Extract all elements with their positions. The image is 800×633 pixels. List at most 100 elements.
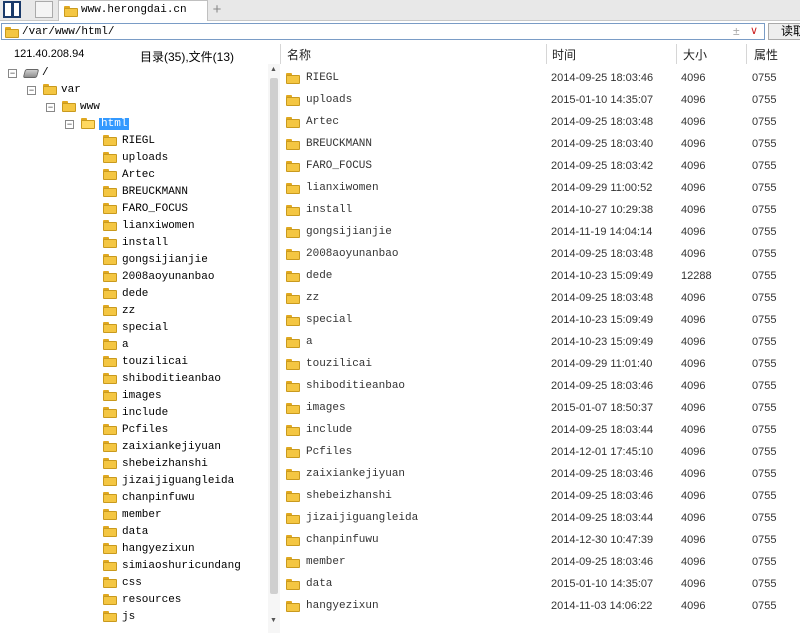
- folder-icon: [286, 579, 300, 590]
- tree-item[interactable]: include: [0, 406, 266, 423]
- tree-item[interactable]: zz: [0, 304, 266, 321]
- file-time: 2014-09-25 18:03:48: [551, 248, 654, 260]
- tree-item[interactable]: RIEGL: [0, 134, 266, 151]
- file-row[interactable]: dede 2014-10-23 15:09:49 12288 0755: [282, 266, 800, 288]
- tree-item[interactable]: member: [0, 508, 266, 525]
- tree-item[interactable]: special: [0, 321, 266, 338]
- blank-tab-button[interactable]: [35, 1, 53, 18]
- tree-item[interactable]: 2008aoyunanbao: [0, 270, 266, 287]
- tree-item-label: zz: [122, 305, 136, 317]
- file-perm: 0755: [752, 556, 777, 568]
- tree-item[interactable]: data: [0, 525, 266, 542]
- folder-icon: [103, 475, 117, 486]
- tree-item[interactable]: − var: [0, 83, 266, 100]
- scroll-down-icon[interactable]: ▼: [270, 617, 277, 624]
- tree-item[interactable]: simiaoshuricundang: [0, 559, 266, 576]
- tree-item[interactable]: zaixiankejiyuan: [0, 440, 266, 457]
- tree-item[interactable]: dede: [0, 287, 266, 304]
- file-name: special: [306, 314, 353, 326]
- tree-item[interactable]: − html: [0, 117, 266, 134]
- column-perm[interactable]: 属性: [754, 46, 778, 63]
- file-row[interactable]: Pcfiles 2014-12-01 17:45:10 4096 0755: [282, 442, 800, 464]
- tree-item[interactable]: FARO_FOCUS: [0, 202, 266, 219]
- scroll-thumb[interactable]: [270, 78, 278, 594]
- file-row[interactable]: RIEGL 2014-09-25 18:03:46 4096 0755: [282, 68, 800, 90]
- file-name: Artec: [306, 116, 340, 128]
- file-name: chanpinfuwu: [306, 534, 379, 546]
- tree-item[interactable]: Pcfiles: [0, 423, 266, 440]
- file-row[interactable]: FARO_FOCUS 2014-09-25 18:03:42 4096 0755: [282, 156, 800, 178]
- tree-item[interactable]: Artec: [0, 168, 266, 185]
- tree-item[interactable]: resources: [0, 593, 266, 610]
- tab-site[interactable]: www.herongdai.cn: [58, 0, 208, 21]
- file-row[interactable]: Artec 2014-09-25 18:03:48 4096 0755: [282, 112, 800, 134]
- folder-icon: [103, 560, 117, 571]
- tree-scrollbar[interactable]: ▲ ▼: [268, 64, 280, 633]
- tree-item[interactable]: touzilicai: [0, 355, 266, 372]
- file-row[interactable]: jizaijiguangleida 2014-09-25 18:03:44 4096…: [282, 508, 800, 530]
- tree-item[interactable]: − /: [0, 66, 266, 83]
- tree-item[interactable]: shebeizhanshi: [0, 457, 266, 474]
- tree-item[interactable]: css: [0, 576, 266, 593]
- tree-item[interactable]: uploads: [0, 151, 266, 168]
- file-row[interactable]: 2008aoyunanbao 2014-09-25 18:03:48 4096 075…: [282, 244, 800, 266]
- file-row[interactable]: chanpinfuwu 2014-12-30 10:47:39 4096 0755: [282, 530, 800, 552]
- tree-item[interactable]: images: [0, 389, 266, 406]
- file-row[interactable]: images 2015-01-07 18:50:37 4096 0755: [282, 398, 800, 420]
- tree-item-label: a: [122, 339, 129, 351]
- tree-item-label: BREUCKMANN: [122, 186, 189, 198]
- file-row[interactable]: special 2014-10-23 15:09:49 4096 0755: [282, 310, 800, 332]
- column-size[interactable]: 大小: [683, 46, 707, 63]
- file-row[interactable]: zz 2014-09-25 18:03:48 4096 0755: [282, 288, 800, 310]
- file-list: RIEGL 2014-09-25 18:03:46 4096 0755 uploads 2…: [282, 64, 800, 633]
- tree-item[interactable]: install: [0, 236, 266, 253]
- tree-item[interactable]: a: [0, 338, 266, 355]
- tree-item[interactable]: BREUCKMANN: [0, 185, 266, 202]
- column-time[interactable]: 时间: [552, 46, 576, 63]
- file-row[interactable]: uploads 2015-01-10 14:35:07 4096 0755: [282, 90, 800, 112]
- file-time: 2014-10-27 10:29:38: [551, 204, 654, 216]
- column-header: 121.40.208.94 目录(35),文件(13) 名称 时间 大小 属性: [0, 44, 800, 64]
- folder-icon: [286, 359, 300, 370]
- tree-item-label: lianxiwomen: [122, 220, 195, 232]
- folder-icon: [103, 271, 117, 282]
- file-row[interactable]: include 2014-09-25 18:03:44 4096 0755: [282, 420, 800, 442]
- tree-item[interactable]: hangyezixun: [0, 542, 266, 559]
- file-row[interactable]: lianxiwomen 2014-09-29 11:00:52 4096 0755: [282, 178, 800, 200]
- column-name[interactable]: 名称: [287, 46, 311, 63]
- tree-item[interactable]: chanpinfuwu: [0, 491, 266, 508]
- file-row[interactable]: a 2014-10-23 15:09:49 4096 0755: [282, 332, 800, 354]
- plus-minus-icon[interactable]: ±: [733, 24, 740, 38]
- scroll-up-icon[interactable]: ▲: [270, 66, 277, 73]
- file-row[interactable]: BREUCKMANN 2014-09-25 18:03:40 4096 0755: [282, 134, 800, 156]
- collapse-toggle-icon[interactable]: −: [46, 103, 55, 112]
- tree-item[interactable]: js: [0, 610, 266, 627]
- collapse-toggle-icon[interactable]: −: [65, 120, 74, 129]
- tree-item[interactable]: − www: [0, 100, 266, 117]
- collapse-toggle-icon[interactable]: −: [27, 86, 36, 95]
- tree-item[interactable]: jizaijiguangleida: [0, 474, 266, 491]
- file-row[interactable]: hangyezixun 2014-11-03 14:06:22 4096 0755: [282, 596, 800, 618]
- collapse-toggle-icon[interactable]: −: [8, 69, 17, 78]
- file-name: jizaijiguangleida: [306, 512, 419, 524]
- path-input[interactable]: [22, 25, 722, 38]
- file-time: 2014-09-25 18:03:48: [551, 116, 654, 128]
- tree-item[interactable]: shiboditieanbao: [0, 372, 266, 389]
- file-row[interactable]: shebeizhanshi 2014-09-25 18:03:46 4096 0755: [282, 486, 800, 508]
- folder-icon: [286, 513, 300, 524]
- file-size: 4096: [681, 226, 706, 238]
- panel-toggle-icon[interactable]: [3, 1, 21, 18]
- tree-item[interactable]: lianxiwomen: [0, 219, 266, 236]
- file-row[interactable]: zaixiankejiyuan 2014-09-25 18:03:46 4096 07…: [282, 464, 800, 486]
- read-button[interactable]: 读取: [768, 23, 800, 40]
- tree-item[interactable]: gongsijianjie: [0, 253, 266, 270]
- chevron-down-icon[interactable]: ∨: [750, 24, 758, 37]
- file-row[interactable]: member 2014-09-25 18:03:46 4096 0755: [282, 552, 800, 574]
- new-tab-button[interactable]: +: [210, 0, 224, 20]
- file-row[interactable]: gongsijianjie 2014-11-19 14:04:14 4096 0755: [282, 222, 800, 244]
- file-row[interactable]: shiboditieanbao 2014-09-25 18:03:46 4096 07…: [282, 376, 800, 398]
- file-row[interactable]: install 2014-10-27 10:29:38 4096 0755: [282, 200, 800, 222]
- file-size: 4096: [681, 138, 706, 150]
- file-row[interactable]: touzilicai 2014-09-29 11:01:40 4096 0755: [282, 354, 800, 376]
- file-row[interactable]: data 2015-01-10 14:35:07 4096 0755: [282, 574, 800, 596]
